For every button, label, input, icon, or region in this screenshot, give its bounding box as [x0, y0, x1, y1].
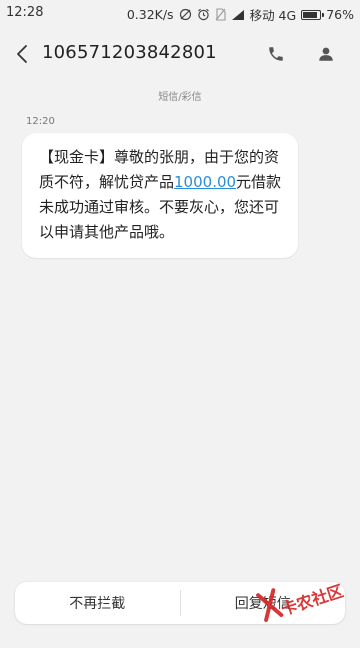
battery-percent: 76%: [326, 7, 354, 22]
signal-icon: [231, 9, 245, 21]
sender-number: 106571203842801: [42, 42, 217, 63]
carrier-label: 移动 4G: [249, 8, 297, 23]
conversation-header: 106571203842801: [0, 26, 360, 82]
battery-icon: [301, 9, 324, 20]
call-button[interactable]: [262, 40, 290, 68]
message-type-label: 短信/彩信: [158, 92, 202, 103]
network-speed: 0.32K/s: [126, 7, 174, 22]
person-icon: [319, 47, 333, 61]
alarm-icon: [197, 8, 210, 21]
no-sim-icon: [215, 8, 226, 21]
rotation-lock-icon: [179, 8, 192, 21]
status-bar: 12:28 0.32K/s 移动 4G 76%: [0, 0, 360, 26]
amount-link[interactable]: 1000.00: [174, 173, 236, 191]
watermark-text: 卡农社区: [278, 581, 346, 620]
watermark-logo: 卡农社区: [250, 552, 360, 648]
message-timestamp: 12:20: [26, 116, 55, 127]
phone-icon: [269, 47, 283, 61]
status-indicators: 0.32K/s 移动 4G 76%: [127, 5, 354, 24]
back-button[interactable]: [8, 40, 36, 68]
unblock-button[interactable]: 不再拦截: [15, 582, 180, 624]
message-bubble[interactable]: 【现金卡】尊敬的张朋，由于您的资质不符，解忧贷产品1000.00元借款未成功通过…: [22, 133, 298, 258]
status-time: 12:28: [6, 5, 44, 20]
back-arrow-icon: [17, 45, 27, 63]
contact-button[interactable]: [312, 40, 340, 68]
